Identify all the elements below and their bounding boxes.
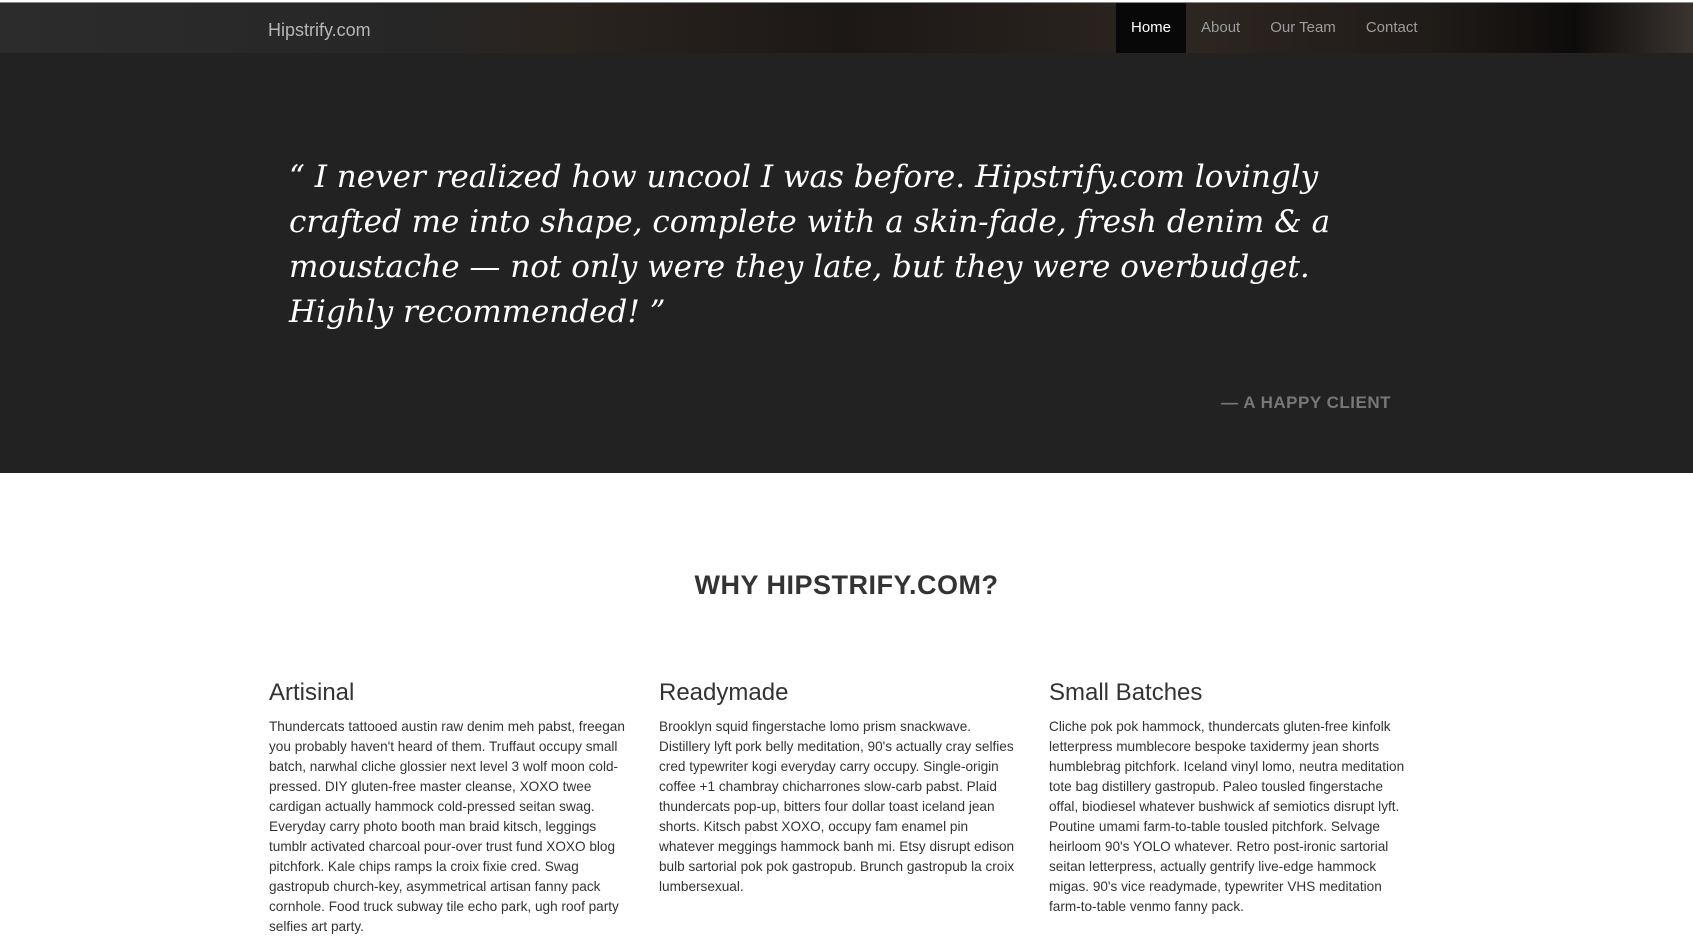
feature-text: Brooklyn squid fingerstache lomo prism s… xyxy=(659,719,1015,894)
features-row: Artisinal Thundercats tattooed austin ra… xyxy=(269,679,1409,937)
brand-link[interactable]: Hipstrify.com xyxy=(268,20,371,41)
testimonial-hero: “ I never realized how uncool I was befo… xyxy=(0,53,1693,473)
nav-item-home[interactable]: Home xyxy=(1116,3,1187,53)
nav-item-our-team[interactable]: Our Team xyxy=(1255,3,1351,53)
section-title: WHY HIPSTRIFY.COM? xyxy=(694,570,999,600)
feature-title: Small Batches xyxy=(1049,679,1203,706)
feature-column: Readymade Brooklyn squid fingerstache lo… xyxy=(659,679,1019,937)
testimonial-attribution: — A HAPPY CLIENT xyxy=(1221,393,1391,412)
testimonial-quote: “ I never realized how uncool I was befo… xyxy=(289,159,1331,330)
navbar: Hipstrify.com Home About Our Team Contac… xyxy=(0,3,1693,53)
feature-title: Readymade xyxy=(659,679,789,706)
feature-text: Thundercats tattooed austin raw denim me… xyxy=(269,719,625,934)
feature-column: Small Batches Cliche pok pok hammock, th… xyxy=(1049,679,1409,937)
nav-item-contact[interactable]: Contact xyxy=(1351,3,1433,53)
feature-text: Cliche pok pok hammock, thundercats glut… xyxy=(1049,719,1405,914)
feature-column: Artisinal Thundercats tattooed austin ra… xyxy=(269,679,629,937)
nav-menu: Home About Our Team Contact xyxy=(1116,3,1433,53)
nav-item-about[interactable]: About xyxy=(1186,3,1255,53)
feature-title: Artisinal xyxy=(269,679,355,706)
